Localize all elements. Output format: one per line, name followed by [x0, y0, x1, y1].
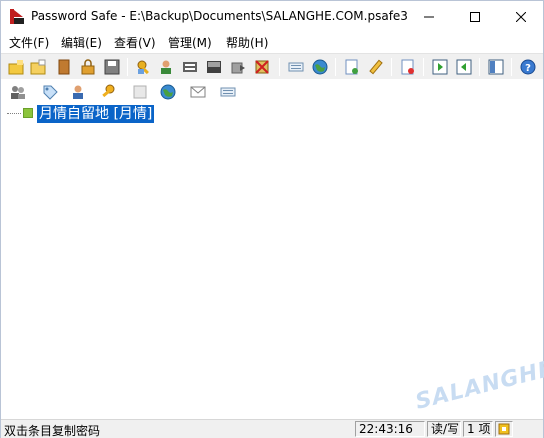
- options-button[interactable]: [487, 58, 505, 76]
- email-icon: [190, 86, 206, 98]
- menu-manage[interactable]: 管理(M): [167, 34, 213, 51]
- web-icon: [160, 84, 176, 100]
- edit-entry-button[interactable]: [367, 58, 385, 76]
- title-bar[interactable]: Password Safe - E:\Backup\Documents\SALA…: [1, 1, 543, 32]
- tree-node-selected[interactable]: 月情自留地 [月情]: [37, 105, 155, 123]
- close-database-button[interactable]: [55, 58, 73, 76]
- maximize-button[interactable]: [452, 1, 498, 32]
- delete-entry-icon: [255, 60, 269, 74]
- status-bar: 双击条目复制密码 22:43:16 读/写 1 项: [1, 419, 543, 438]
- group-node-icon: [23, 108, 33, 118]
- new-database-button[interactable]: [7, 58, 25, 76]
- close-button[interactable]: [498, 1, 544, 32]
- toolbar-separator: [279, 58, 280, 76]
- tree-connector: [7, 113, 21, 114]
- status-mode: 读/写: [427, 421, 461, 437]
- main-toolbar: ?: [1, 53, 543, 79]
- globe-icon: [312, 59, 328, 75]
- minimize-button[interactable]: [406, 1, 452, 32]
- options-icon: [488, 59, 504, 75]
- users-icon: [11, 86, 25, 99]
- delete-item-icon: [401, 59, 414, 75]
- toolbar-separator: [127, 58, 128, 76]
- svg-text:?: ?: [525, 63, 531, 74]
- autotype-icon: [207, 61, 221, 73]
- open-database-icon: [30, 59, 46, 75]
- maximize-icon: [470, 11, 480, 22]
- lock-status-icon: [498, 423, 510, 435]
- status-entry-count: 1 项: [463, 421, 493, 437]
- copy-notes-button[interactable]: [181, 58, 199, 76]
- lock-database-button[interactable]: [79, 58, 97, 76]
- status-time: 22:43:16: [355, 421, 425, 437]
- menu-edit[interactable]: 编辑(E): [60, 34, 103, 51]
- edit-entry-icon: [369, 59, 383, 75]
- add-entry-icon: [345, 59, 358, 75]
- toolbar-separator: [479, 58, 480, 76]
- toolbar-separator: [335, 58, 336, 76]
- lock-database-icon: [81, 59, 95, 75]
- new-database-icon: [8, 60, 24, 75]
- clear-clipboard-icon: [231, 62, 245, 74]
- globe-button[interactable]: [311, 58, 329, 76]
- copy-username-button[interactable]: [157, 58, 175, 76]
- keyboard-button[interactable]: [219, 83, 237, 101]
- copy-notes-icon: [183, 62, 197, 72]
- close-database-icon: [58, 59, 70, 75]
- user-icon: [73, 85, 83, 99]
- app-window: Password Safe - E:\Backup\Documents\SALA…: [0, 0, 544, 438]
- collapse-all-button[interactable]: [455, 58, 473, 76]
- copy-username-icon: [161, 60, 171, 74]
- users-button[interactable]: [9, 83, 27, 101]
- help-button[interactable]: ?: [519, 58, 537, 76]
- menu-view[interactable]: 查看(V): [113, 34, 157, 51]
- tag-icon: [43, 85, 58, 100]
- password-safe-app-icon: [10, 9, 24, 24]
- open-database-button[interactable]: [29, 58, 47, 76]
- key-icon: [102, 84, 115, 98]
- toolbar-separator: [391, 58, 392, 76]
- clear-clipboard-button[interactable]: [229, 58, 247, 76]
- entry-tree[interactable]: [1, 105, 543, 419]
- keyboard-icon: [220, 87, 236, 97]
- menu-file[interactable]: 文件(F): [8, 34, 50, 51]
- expand-all-button[interactable]: [431, 58, 449, 76]
- save-database-icon: [104, 59, 120, 75]
- copy-password-icon: [137, 60, 149, 75]
- browse-url-button[interactable]: [287, 58, 305, 76]
- notes-icon: [133, 85, 147, 99]
- expand-all-icon: [432, 59, 448, 75]
- window-title: Password Safe - E:\Backup\Documents\SALA…: [31, 9, 408, 23]
- secondary-toolbar: [1, 79, 543, 105]
- email-button[interactable]: [189, 83, 207, 101]
- add-entry-button[interactable]: [343, 58, 361, 76]
- help-icon: ?: [520, 59, 536, 75]
- web-button[interactable]: [159, 83, 177, 101]
- save-database-button[interactable]: [103, 58, 121, 76]
- status-lock-indicator: [495, 421, 513, 437]
- tag-button[interactable]: [41, 83, 59, 101]
- collapse-all-icon: [456, 59, 472, 75]
- minimize-icon: [424, 16, 434, 17]
- notes-button[interactable]: [131, 83, 149, 101]
- close-icon: [516, 11, 526, 22]
- browse-url-icon: [288, 62, 304, 72]
- user-button[interactable]: [69, 83, 87, 101]
- copy-password-button[interactable]: [135, 58, 153, 76]
- delete-item-button[interactable]: [399, 58, 417, 76]
- key-button[interactable]: [99, 83, 117, 101]
- menu-bar: 文件(F) 编辑(E) 查看(V) 管理(M) 帮助(H): [1, 32, 543, 52]
- menu-help[interactable]: 帮助(H): [225, 34, 269, 51]
- autotype-button[interactable]: [205, 58, 223, 76]
- delete-entry-button[interactable]: [253, 58, 271, 76]
- status-message: 双击条目复制密码: [4, 424, 101, 438]
- toolbar-separator: [511, 58, 512, 76]
- toolbar-separator: [423, 58, 424, 76]
